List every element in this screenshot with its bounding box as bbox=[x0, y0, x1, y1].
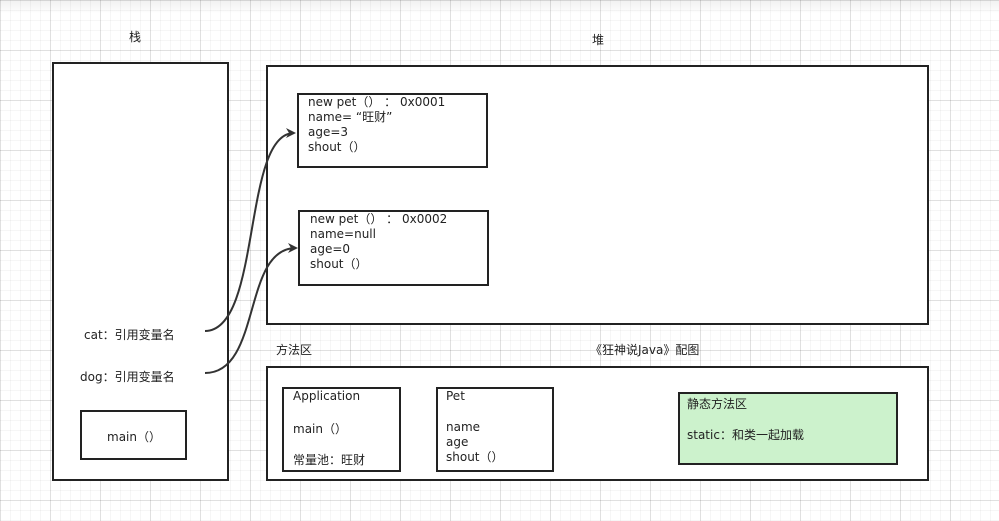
application-main: main（） bbox=[293, 422, 347, 436]
top-shade bbox=[0, 0, 999, 14]
stack-title: 栈 bbox=[129, 30, 142, 44]
heap-object-2-text: new pet（） ： 0x0002 name=null age=0 shout… bbox=[310, 212, 447, 272]
pet-members: name age shout（） bbox=[446, 420, 504, 465]
static-area-text: static：和类一起加载 bbox=[687, 428, 804, 442]
object-2-age: age=0 bbox=[310, 242, 351, 256]
object-1-header: new pet（） ： 0x0001 bbox=[308, 95, 446, 109]
pet-title: Pet bbox=[446, 389, 465, 403]
heap-title: 堆 bbox=[592, 33, 605, 47]
dog-reference: dog：引用变量名 bbox=[80, 370, 175, 384]
heap-object-1-text: new pet（） ： 0x0001 name= “旺财” age=3 shou… bbox=[308, 95, 445, 155]
object-2-header: new pet（） ： 0x0002 bbox=[310, 212, 448, 226]
diagram-caption: 《狂神说Java》配图 bbox=[590, 343, 700, 357]
pet-name: name bbox=[446, 420, 481, 434]
object-1-shout: shout（） bbox=[308, 140, 366, 154]
main-frame-label: main（） bbox=[107, 430, 161, 444]
cat-reference: cat：引用变量名 bbox=[84, 328, 175, 342]
object-1-age: age=3 bbox=[308, 125, 349, 139]
application-constant-pool: 常量池：旺财 bbox=[293, 453, 366, 467]
object-1-name: name= “旺财” bbox=[308, 110, 393, 124]
object-2-name: name=null bbox=[310, 227, 376, 241]
method-area-title: 方法区 bbox=[276, 343, 313, 357]
pet-age: age bbox=[446, 435, 469, 449]
object-2-shout: shout（） bbox=[310, 257, 368, 271]
application-title: Application bbox=[293, 389, 361, 403]
static-area-title: 静态方法区 bbox=[687, 397, 748, 411]
pet-shout: shout（） bbox=[446, 450, 504, 464]
